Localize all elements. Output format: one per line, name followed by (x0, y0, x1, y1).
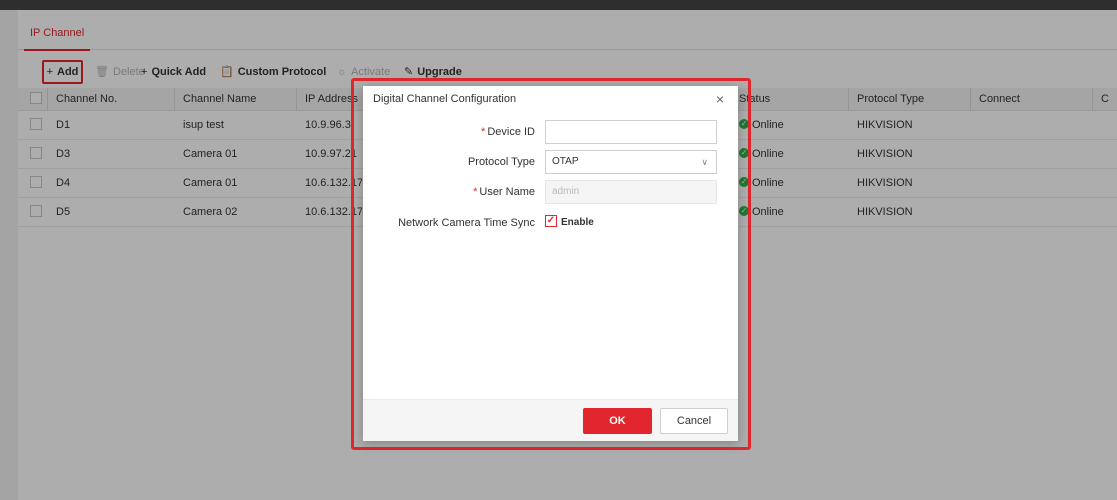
dialog-footer: OK Cancel (363, 399, 738, 441)
checkmark-icon: ✓ (545, 215, 557, 228)
device-id-row: * Device ID (363, 120, 738, 144)
time-sync-label: Network Camera Time Sync (398, 217, 535, 229)
required-mark: * (473, 186, 478, 198)
user-name-input[interactable]: admin (545, 180, 717, 204)
cancel-button[interactable]: Cancel (660, 408, 728, 434)
protocol-type-value: OTAP (552, 156, 579, 167)
protocol-type-row: Protocol Type OTAP ∨ (363, 150, 738, 174)
digital-channel-config-dialog: Digital Channel Configuration × * Device … (363, 86, 738, 441)
enable-checkbox[interactable]: ✓ Enable (545, 211, 594, 235)
user-name-label-text: User Name (479, 186, 535, 198)
device-id-label-text: Device ID (487, 126, 535, 138)
dialog-title: Digital Channel Configuration (373, 93, 517, 105)
required-mark: * (481, 126, 486, 138)
chevron-down-icon: ∨ (701, 157, 708, 167)
ok-button[interactable]: OK (583, 408, 652, 434)
close-icon[interactable]: × (712, 88, 728, 110)
top-bar (0, 0, 1117, 10)
device-id-label: * Device ID (481, 120, 535, 144)
device-id-input[interactable] (545, 120, 717, 144)
user-name-row: * User Name admin (363, 180, 738, 204)
user-name-label: * User Name (473, 180, 535, 204)
protocol-type-select[interactable]: OTAP ∨ (545, 150, 717, 174)
protocol-type-label: Protocol Type (467, 156, 535, 168)
time-sync-row: Network Camera Time Sync ✓ Enable (363, 211, 738, 235)
enable-label: Enable (561, 217, 594, 228)
